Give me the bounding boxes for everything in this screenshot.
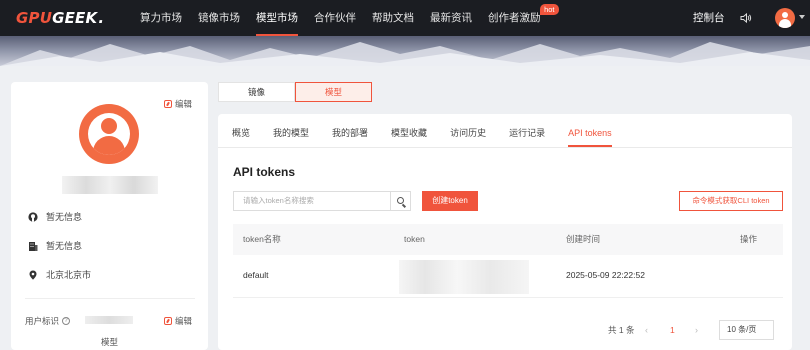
console-link[interactable]: 控制台 [693,0,725,36]
tab-run-records[interactable]: 运行记录 [509,114,545,147]
avatar-body [93,136,125,155]
location-pin-icon [29,270,37,280]
profile-banner [0,36,810,66]
tab-my-deployments[interactable]: 我的部署 [332,114,368,147]
create-token-button[interactable]: 创建token [422,191,478,211]
section-title: API tokens [233,165,296,179]
chevron-left-icon[interactable]: ‹ [645,325,648,335]
column-header-created-time: 创建时间 [566,234,601,244]
profile-divider [25,298,195,299]
top-navigation: GPU GEEK. 算力市场 镜像市场 模型市场 合作伙伴 帮助文档 最新资讯 创… [0,0,810,36]
content-type-toggle: 镜像 模型 [218,82,372,102]
column-header-token-name: token名称 [243,234,281,244]
search-button[interactable] [390,191,411,211]
help-icon[interactable]: ? [62,317,71,325]
main-panel: 概览 我的模型 我的部署 模型收藏 访问历史 运行记录 API tokens A… [218,114,792,350]
created-time-cell: 2025-05-09 22:22:52 [566,270,645,280]
tab-model-favorites[interactable]: 模型收藏 [391,114,427,147]
github-icon [28,211,38,222]
edit-user-id-label: 编辑 [175,316,193,326]
avatar-ring [88,113,130,155]
nav-item-creator-incentive-label: 创作者激励 [488,12,541,24]
user-id-label: 用户标识 ? [25,315,71,327]
mountain-banner-image [0,42,810,66]
tab-api-tokens[interactable]: API tokens [568,114,612,147]
edit-user-id-button[interactable]: 编辑 [164,315,192,327]
tab-access-history[interactable]: 访问历史 [450,114,486,147]
location-value: 北京北京市 [46,270,92,280]
table-row-divider [233,297,783,298]
company-info: 暂无信息 [28,239,82,252]
pagination-current-page[interactable]: 1 [670,325,675,335]
search-icon [397,197,404,204]
avatar-head [782,12,788,18]
token-value-redacted [399,260,529,294]
main-nav: 算力市场 镜像市场 模型市场 合作伙伴 帮助文档 最新资讯 创作者激励 hot [140,0,559,36]
nav-item-creator-incentive[interactable]: 创作者激励 hot [488,0,559,36]
table-header: token名称 token 创建时间 操作 [233,224,783,255]
nav-item-help-docs[interactable]: 帮助文档 [372,0,414,36]
nav-item-partners[interactable]: 合作伙伴 [314,0,356,36]
location-info: 北京北京市 [28,268,91,281]
nav-item-news[interactable]: 最新资讯 [430,0,472,36]
tab-overview[interactable]: 概览 [232,114,250,147]
tab-bar: 概览 我的模型 我的部署 模型收藏 访问历史 运行记录 API tokens [232,114,635,147]
gpugeek-logo[interactable]: GPU GEEK. [16,9,104,27]
speaker-icon[interactable] [740,12,752,24]
page-size-value: 10 条/页 [727,325,757,334]
column-header-actions: 操作 [740,234,758,244]
username-redacted [62,176,158,194]
logo-geek-text: GEEK [52,9,98,27]
avatar-body [779,19,791,28]
hot-badge: hot [540,4,559,15]
edit-profile-label: 编辑 [175,99,193,109]
building-icon [29,241,38,251]
edit-icon [164,100,172,108]
nav-item-image-market[interactable]: 镜像市场 [198,0,240,36]
user-id-label-text: 用户标识 [25,316,60,326]
model-label: 模型 [101,337,119,347]
column-header-token: token [404,234,425,244]
user-avatar[interactable] [775,8,795,28]
nav-item-compute-market[interactable]: 算力市场 [140,0,182,36]
chevron-down-icon[interactable] [799,15,805,19]
github-info: 暂无信息 [28,210,82,223]
nav-item-model-market[interactable]: 模型市场 [256,0,298,36]
page-size-select[interactable]: 10 条/页 [719,320,774,340]
tab-my-models[interactable]: 我的模型 [273,114,309,147]
github-value: 暂无信息 [46,212,83,222]
edit-profile-button[interactable]: 编辑 [164,98,192,110]
toggle-image[interactable]: 镜像 [218,82,295,102]
logo-dot: . [98,9,105,27]
edit-icon [164,317,172,325]
search-icon-handle [401,204,406,208]
token-name-cell: default [243,270,269,280]
chevron-right-icon[interactable]: › [695,325,698,335]
avatar-head [101,118,117,134]
profile-avatar [79,104,139,164]
user-id-redacted [85,316,133,324]
company-value: 暂无信息 [46,241,83,251]
toggle-model[interactable]: 模型 [295,82,372,102]
token-search-input[interactable]: 请输入token名称搜索 [233,191,411,211]
pagination-total: 共 1 条 [608,325,635,335]
tab-divider [218,147,792,148]
logo-gpu-text: GPU [16,9,53,27]
profile-card: 编辑 暂无信息 暂无信息 北京北京市 用户标识 ? 编辑 模型 [11,82,208,350]
cli-token-button[interactable]: 命令模式获取CLI token [679,191,783,211]
